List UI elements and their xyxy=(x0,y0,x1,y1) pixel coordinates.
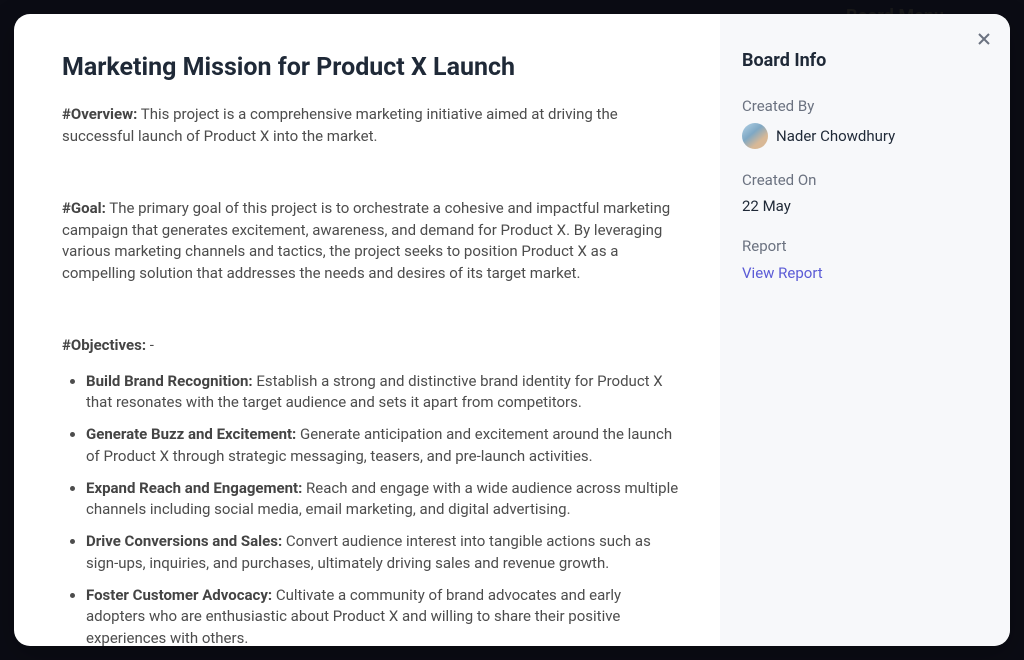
creator-row: Nader Chowdhury xyxy=(742,123,988,149)
created-by-label: Created By xyxy=(742,97,988,115)
goal-text: The primary goal of this project is to o… xyxy=(62,199,670,282)
goal-label: #Goal: xyxy=(62,199,106,217)
board-info-panel: Board Info Created By Nader Chowdhury Cr… xyxy=(720,14,1010,646)
main-content: Marketing Mission for Product X Launch #… xyxy=(14,14,720,646)
objectives-header: #Objectives: - xyxy=(62,335,680,357)
list-item: Foster Customer Advocacy: Cultivate a co… xyxy=(86,585,680,647)
avatar xyxy=(742,123,768,149)
panel-title: Board Info xyxy=(742,50,988,71)
objective-title: Drive Conversions and Sales: xyxy=(86,532,282,550)
view-report-link[interactable]: View Report xyxy=(742,264,823,282)
objectives-label: #Objectives: xyxy=(62,336,146,354)
list-item: Generate Buzz and Excitement: Generate a… xyxy=(86,424,680,468)
objective-title: Foster Customer Advocacy: xyxy=(86,586,272,604)
list-item: Build Brand Recognition: Establish a str… xyxy=(86,371,680,415)
board-details-modal: Marketing Mission for Product X Launch #… xyxy=(14,14,1010,646)
close-icon xyxy=(976,31,992,50)
created-on-label: Created On xyxy=(742,171,988,189)
objective-title: Build Brand Recognition: xyxy=(86,372,253,390)
created-on-value: 22 May xyxy=(742,197,988,215)
objective-title: Expand Reach and Engagement: xyxy=(86,479,302,497)
list-item: Expand Reach and Engagement: Reach and e… xyxy=(86,478,680,522)
overview-text: This project is a comprehensive marketin… xyxy=(62,105,618,145)
close-button[interactable] xyxy=(972,28,996,52)
objectives-list: Build Brand Recognition: Establish a str… xyxy=(62,371,680,647)
goal-section: #Goal: The primary goal of this project … xyxy=(62,198,680,285)
report-label: Report xyxy=(742,237,988,255)
overview-label: #Overview: xyxy=(62,105,137,123)
creator-name: Nader Chowdhury xyxy=(776,127,895,145)
overview-section: #Overview: This project is a comprehensi… xyxy=(62,104,680,148)
list-item: Drive Conversions and Sales: Convert aud… xyxy=(86,531,680,575)
page-title: Marketing Mission for Product X Launch xyxy=(62,50,680,86)
objective-title: Generate Buzz and Excitement: xyxy=(86,425,296,443)
objectives-suffix: - xyxy=(146,336,154,354)
